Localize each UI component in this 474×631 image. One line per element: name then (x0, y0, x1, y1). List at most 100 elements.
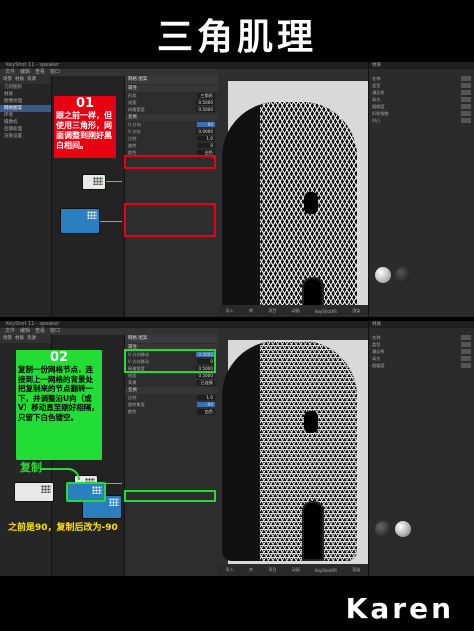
material-swatch[interactable] (461, 342, 471, 347)
tab-scene[interactable]: 场景 (3, 335, 12, 343)
material-swatch[interactable] (461, 111, 471, 116)
menu-item-edit[interactable]: 编辑 (20, 69, 30, 76)
prop-label: 颜色 (128, 408, 137, 414)
tree-item[interactable]: 渲染设置 (0, 133, 51, 140)
tab-scene[interactable]: 场景 (3, 76, 12, 84)
menu-item-window[interactable]: 窗口 (50, 328, 60, 335)
prop-label: 线宽 (128, 99, 137, 105)
scene-tree-tabs: 场景 材质 资源 (0, 335, 51, 343)
prop-value[interactable]: 0.0000 (196, 129, 215, 134)
material-row-label: 高光 (372, 96, 381, 102)
material-swatch[interactable] (461, 356, 471, 361)
tree-item[interactable]: 几何图形 (0, 84, 51, 91)
prop-value[interactable]: 0 (197, 143, 215, 148)
prop-value[interactable]: 0.5000 (196, 107, 215, 112)
tab-assets[interactable]: 资源 (27, 335, 36, 343)
tree-item[interactable]: 摄像机 (0, 119, 51, 126)
source-grid-node (14, 482, 54, 502)
material-row: 折射指数 (369, 110, 474, 117)
material-swatch[interactable] (461, 97, 471, 102)
material-swatch[interactable] (461, 118, 471, 123)
prop-value[interactable]: 0.5000 (196, 100, 215, 105)
menu-item-edit[interactable]: 编辑 (20, 328, 30, 335)
bottom-button-animation[interactable]: 动画 (292, 308, 300, 314)
node-wire (100, 221, 122, 222)
material-row-label: 高光 (372, 355, 381, 361)
material-panel: 材质 名称 类型 漫反射 高光 粗糙度 (368, 321, 474, 576)
material-ball-grid[interactable] (395, 267, 411, 283)
tab-material[interactable]: 材质 (15, 76, 24, 84)
bottom-button-library[interactable]: 库 (249, 567, 253, 573)
prop-value[interactable]: 90 (197, 122, 215, 127)
render-viewport[interactable]: KeyShot 11 - speaker 导入 库 项目 动画 KeyShotX… (218, 321, 368, 576)
prop-value[interactable]: -90 (197, 402, 215, 407)
copy-arrow-icon (40, 468, 80, 480)
menu-bar[interactable]: 文件 编辑 查看 窗口 (0, 328, 218, 335)
prop-value[interactable]: 白色 (197, 408, 215, 415)
tab-assets[interactable]: 资源 (27, 76, 36, 84)
speaker-port (302, 501, 324, 561)
viewport-titlebar: KeyShot 11 - speaker (218, 321, 368, 338)
menu-item-view[interactable]: 查看 (35, 328, 45, 335)
viewport-toolbar[interactable] (218, 328, 368, 340)
material-row-label: 名称 (372, 334, 381, 340)
viewport-titlebar: KeyShot 11 - speaker (218, 62, 368, 79)
tree-item-selected[interactable]: 网格图案 (0, 105, 51, 112)
material-swatch[interactable] (461, 104, 471, 109)
menu-item-window[interactable]: 窗口 (50, 69, 60, 76)
material-row: 名称 (369, 334, 474, 341)
prop-row: 网格宽度 0.5000 (125, 106, 218, 113)
grid-pattern-node[interactable] (60, 208, 100, 234)
material-swatch[interactable] (461, 90, 471, 95)
bottom-button-project[interactable]: 项目 (268, 567, 276, 573)
material-row-label: 类型 (372, 341, 381, 347)
bottom-button-animation[interactable]: 动画 (292, 567, 300, 573)
bottom-button-project[interactable]: 项目 (268, 308, 276, 314)
material-row: 漫反射 (369, 89, 474, 96)
prop-row: 颜色 白色 (125, 408, 218, 415)
material-row: 粗糙度 (369, 362, 474, 369)
scene-tree-panel: 场景 材质 资源 几何图形 材质 图像纹理 网格图案 环境 摄像机 后期处理 渲… (0, 76, 52, 317)
menu-item-file[interactable]: 文件 (5, 69, 15, 76)
viewport-toolbar[interactable] (218, 69, 368, 81)
material-swatch[interactable] (461, 363, 471, 368)
bottom-button-keyshotxr[interactable]: KeyShotXR (315, 568, 337, 573)
node-preview (109, 498, 119, 506)
bottom-button-import[interactable]: 导入 (226, 308, 234, 314)
render-viewport[interactable]: KeyShot 11 - speaker 导入 库 项目 动画 KeyShotX… (218, 62, 368, 317)
properties-header: 网格 图案 (125, 335, 218, 343)
tab-material[interactable]: 材质 (15, 335, 24, 343)
prop-value[interactable]: 三角形 (197, 92, 215, 99)
material-swatch[interactable] (461, 76, 471, 81)
menu-bar[interactable]: 文件 编辑 查看 窗口 (0, 69, 218, 76)
texture-node[interactable] (82, 174, 106, 190)
menu-item-view[interactable]: 查看 (35, 69, 45, 76)
material-ball-plastic[interactable] (375, 521, 391, 537)
material-swatch[interactable] (461, 335, 471, 340)
bottom-button-keyshotxr[interactable]: KeyShotXR (315, 309, 337, 314)
section-transform: 变换 (125, 114, 218, 121)
tree-item[interactable]: 材质 (0, 91, 51, 98)
prop-label: 网格宽度 (128, 106, 145, 112)
section-transform: 变换 (125, 387, 218, 394)
material-ball-plastic[interactable] (375, 267, 391, 283)
bottom-button-render[interactable]: 渲染 (352, 567, 360, 573)
prop-value[interactable]: 1.0 (197, 136, 215, 141)
prop-value[interactable]: 0.5000 (196, 373, 215, 378)
material-swatch[interactable] (461, 83, 471, 88)
prop-label: 旋转 (128, 142, 137, 148)
prop-value[interactable]: 已连接 (197, 379, 215, 386)
menu-item-file[interactable]: 文件 (5, 328, 15, 335)
bottom-button-library[interactable]: 库 (249, 308, 253, 314)
step-text: 复制一份网格节点，连接到上一网格的背景处把复制来的节点翻转一下，并调整沿U向（或… (18, 365, 99, 422)
tree-item[interactable]: 后期处理 (0, 126, 51, 133)
bottom-button-render[interactable]: 渲染 (352, 308, 360, 314)
material-panel: 材质 名称 类型 漫反射 高光 粗糙度 折射指数 凹凸 (368, 62, 474, 317)
material-ball-grid[interactable] (395, 521, 411, 537)
tree-item[interactable]: 图像纹理 (0, 98, 51, 105)
copy-label: 复制 (20, 461, 42, 474)
tree-item[interactable]: 环境 (0, 112, 51, 119)
bottom-button-import[interactable]: 导入 (226, 567, 234, 573)
prop-value[interactable]: 1.0 (197, 395, 215, 400)
material-swatch[interactable] (461, 349, 471, 354)
